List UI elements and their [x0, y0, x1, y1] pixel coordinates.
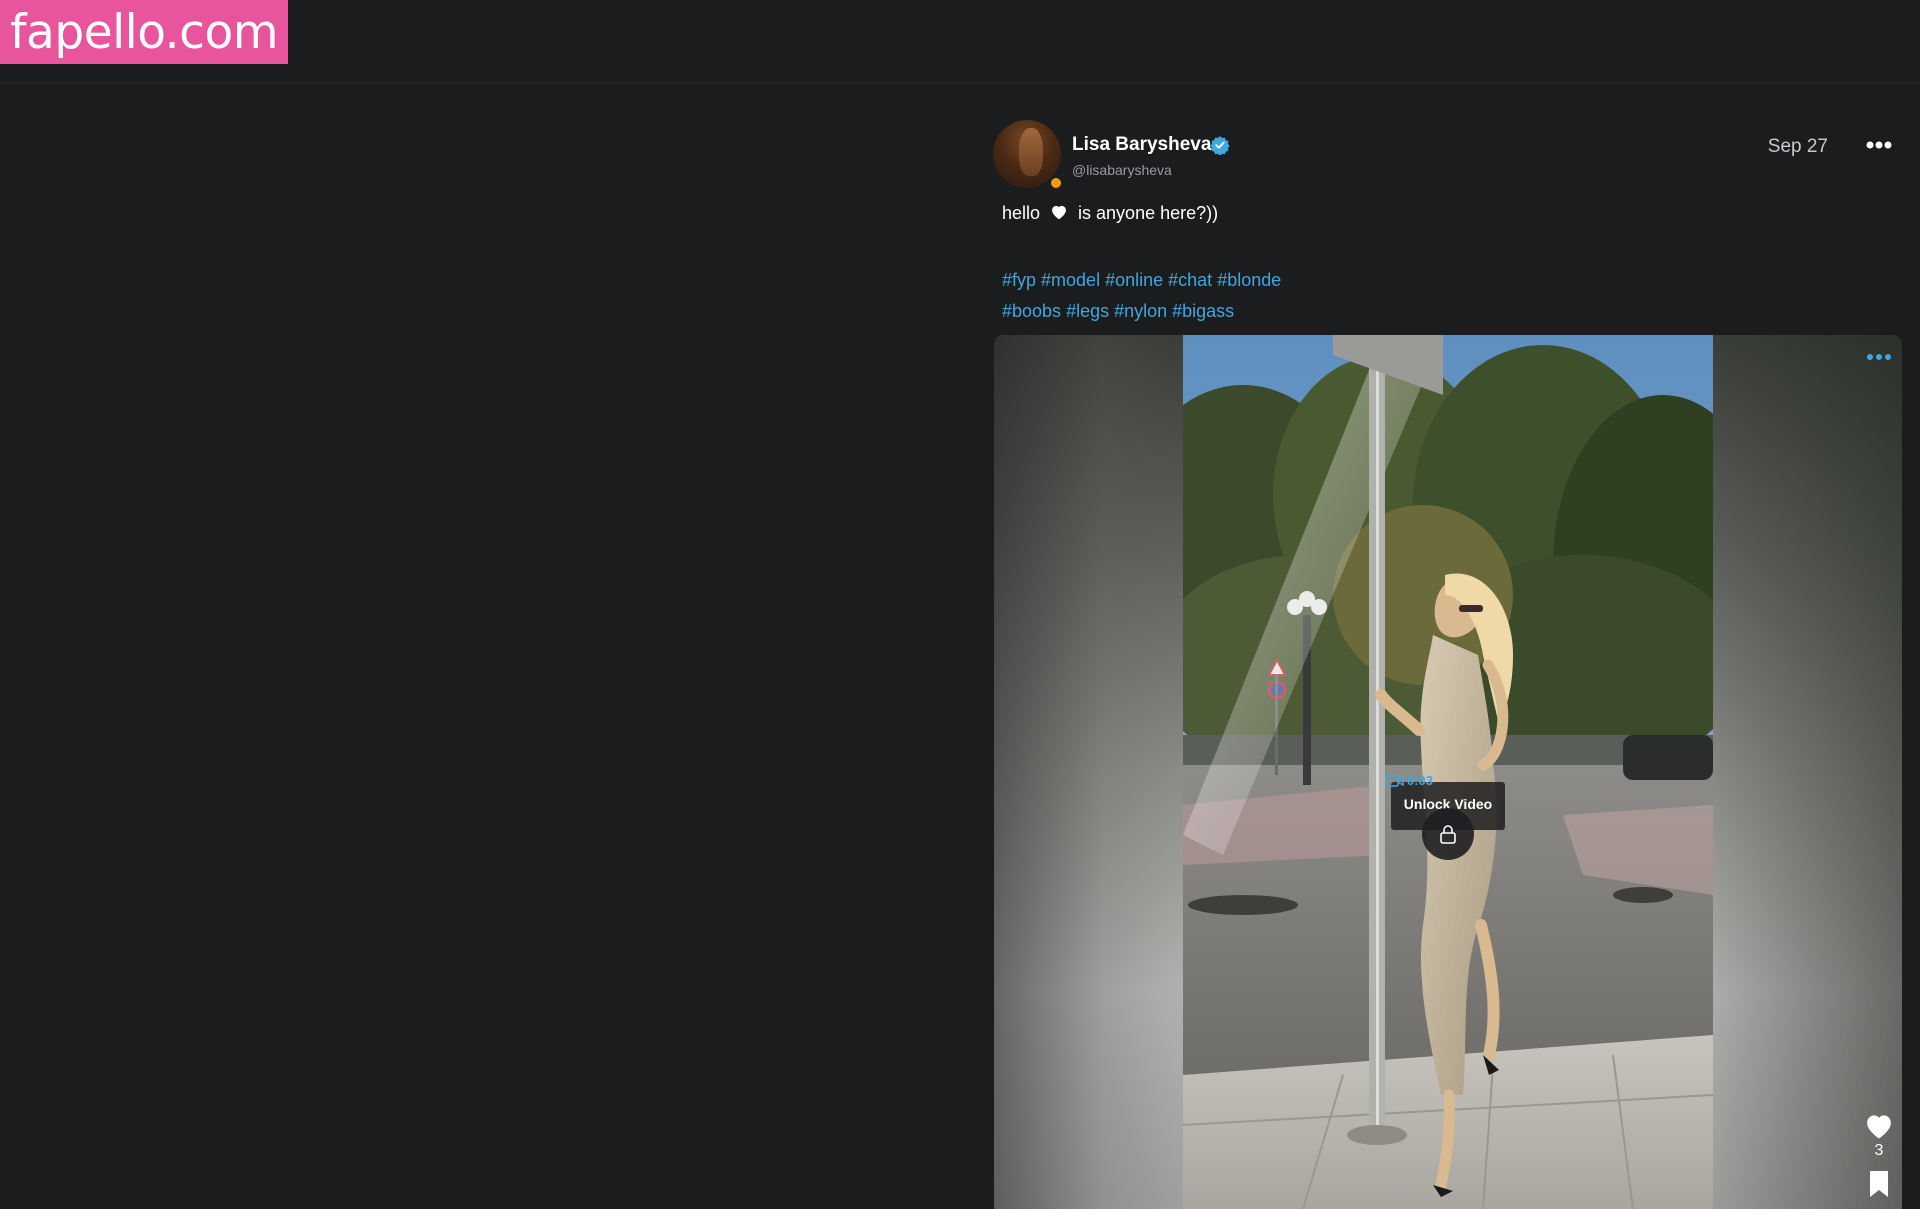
video-duration-text: 0:03 [1407, 773, 1434, 788]
post-caption: hello is anyone here?)) [1002, 203, 1218, 224]
site-logo[interactable]: fapello.com [0, 0, 288, 64]
tag-link[interactable]: #blonde [1217, 270, 1281, 290]
video-duration: 0:03 [1386, 773, 1433, 788]
tag-link[interactable]: #legs [1066, 301, 1109, 321]
author-avatar[interactable] [993, 120, 1063, 190]
post-header: Lisa Barysheva @lisabarysheva Sep 27 [993, 118, 1903, 192]
heart-icon[interactable] [1864, 1112, 1894, 1140]
tag-link[interactable]: #boobs [1002, 301, 1061, 321]
top-bar: fapello.com [0, 0, 1920, 83]
like-count: 3 [1874, 1142, 1884, 1159]
video-camera-icon [1386, 774, 1404, 787]
media-photo[interactable] [1183, 335, 1713, 1209]
author-handle[interactable]: @lisabarysheva [1072, 162, 1172, 178]
lock-icon [1440, 825, 1456, 844]
photo-image [1183, 335, 1713, 1209]
verified-badge-icon [1210, 136, 1230, 155]
more-horizontal-icon[interactable] [1865, 135, 1893, 155]
author-name[interactable]: Lisa Barysheva [1072, 134, 1211, 156]
more-horizontal-icon[interactable] [1866, 347, 1892, 367]
tag-link[interactable]: #bigass [1172, 301, 1234, 321]
post-media[interactable] [994, 335, 1902, 1209]
post-date: Sep 27 [1767, 136, 1828, 157]
online-status-dot [1049, 176, 1063, 190]
post-tags: #fyp #model #online #chat #blonde #boobs #leg… [1002, 265, 1332, 327]
avatar-photo [1019, 128, 1043, 176]
tag-link[interactable]: #online [1105, 270, 1163, 290]
tag-link[interactable]: #chat [1168, 270, 1212, 290]
tag-link[interactable]: #model [1041, 270, 1100, 290]
bookmark-icon[interactable] [1868, 1170, 1890, 1198]
lock-button[interactable] [1422, 808, 1474, 860]
caption-text-end: is anyone here?)) [1078, 203, 1219, 223]
tag-link[interactable]: #fyp [1002, 270, 1036, 290]
caption-text-start: hello [1002, 203, 1041, 223]
heart-icon [1052, 205, 1066, 220]
tag-link[interactable]: #nylon [1114, 301, 1167, 321]
